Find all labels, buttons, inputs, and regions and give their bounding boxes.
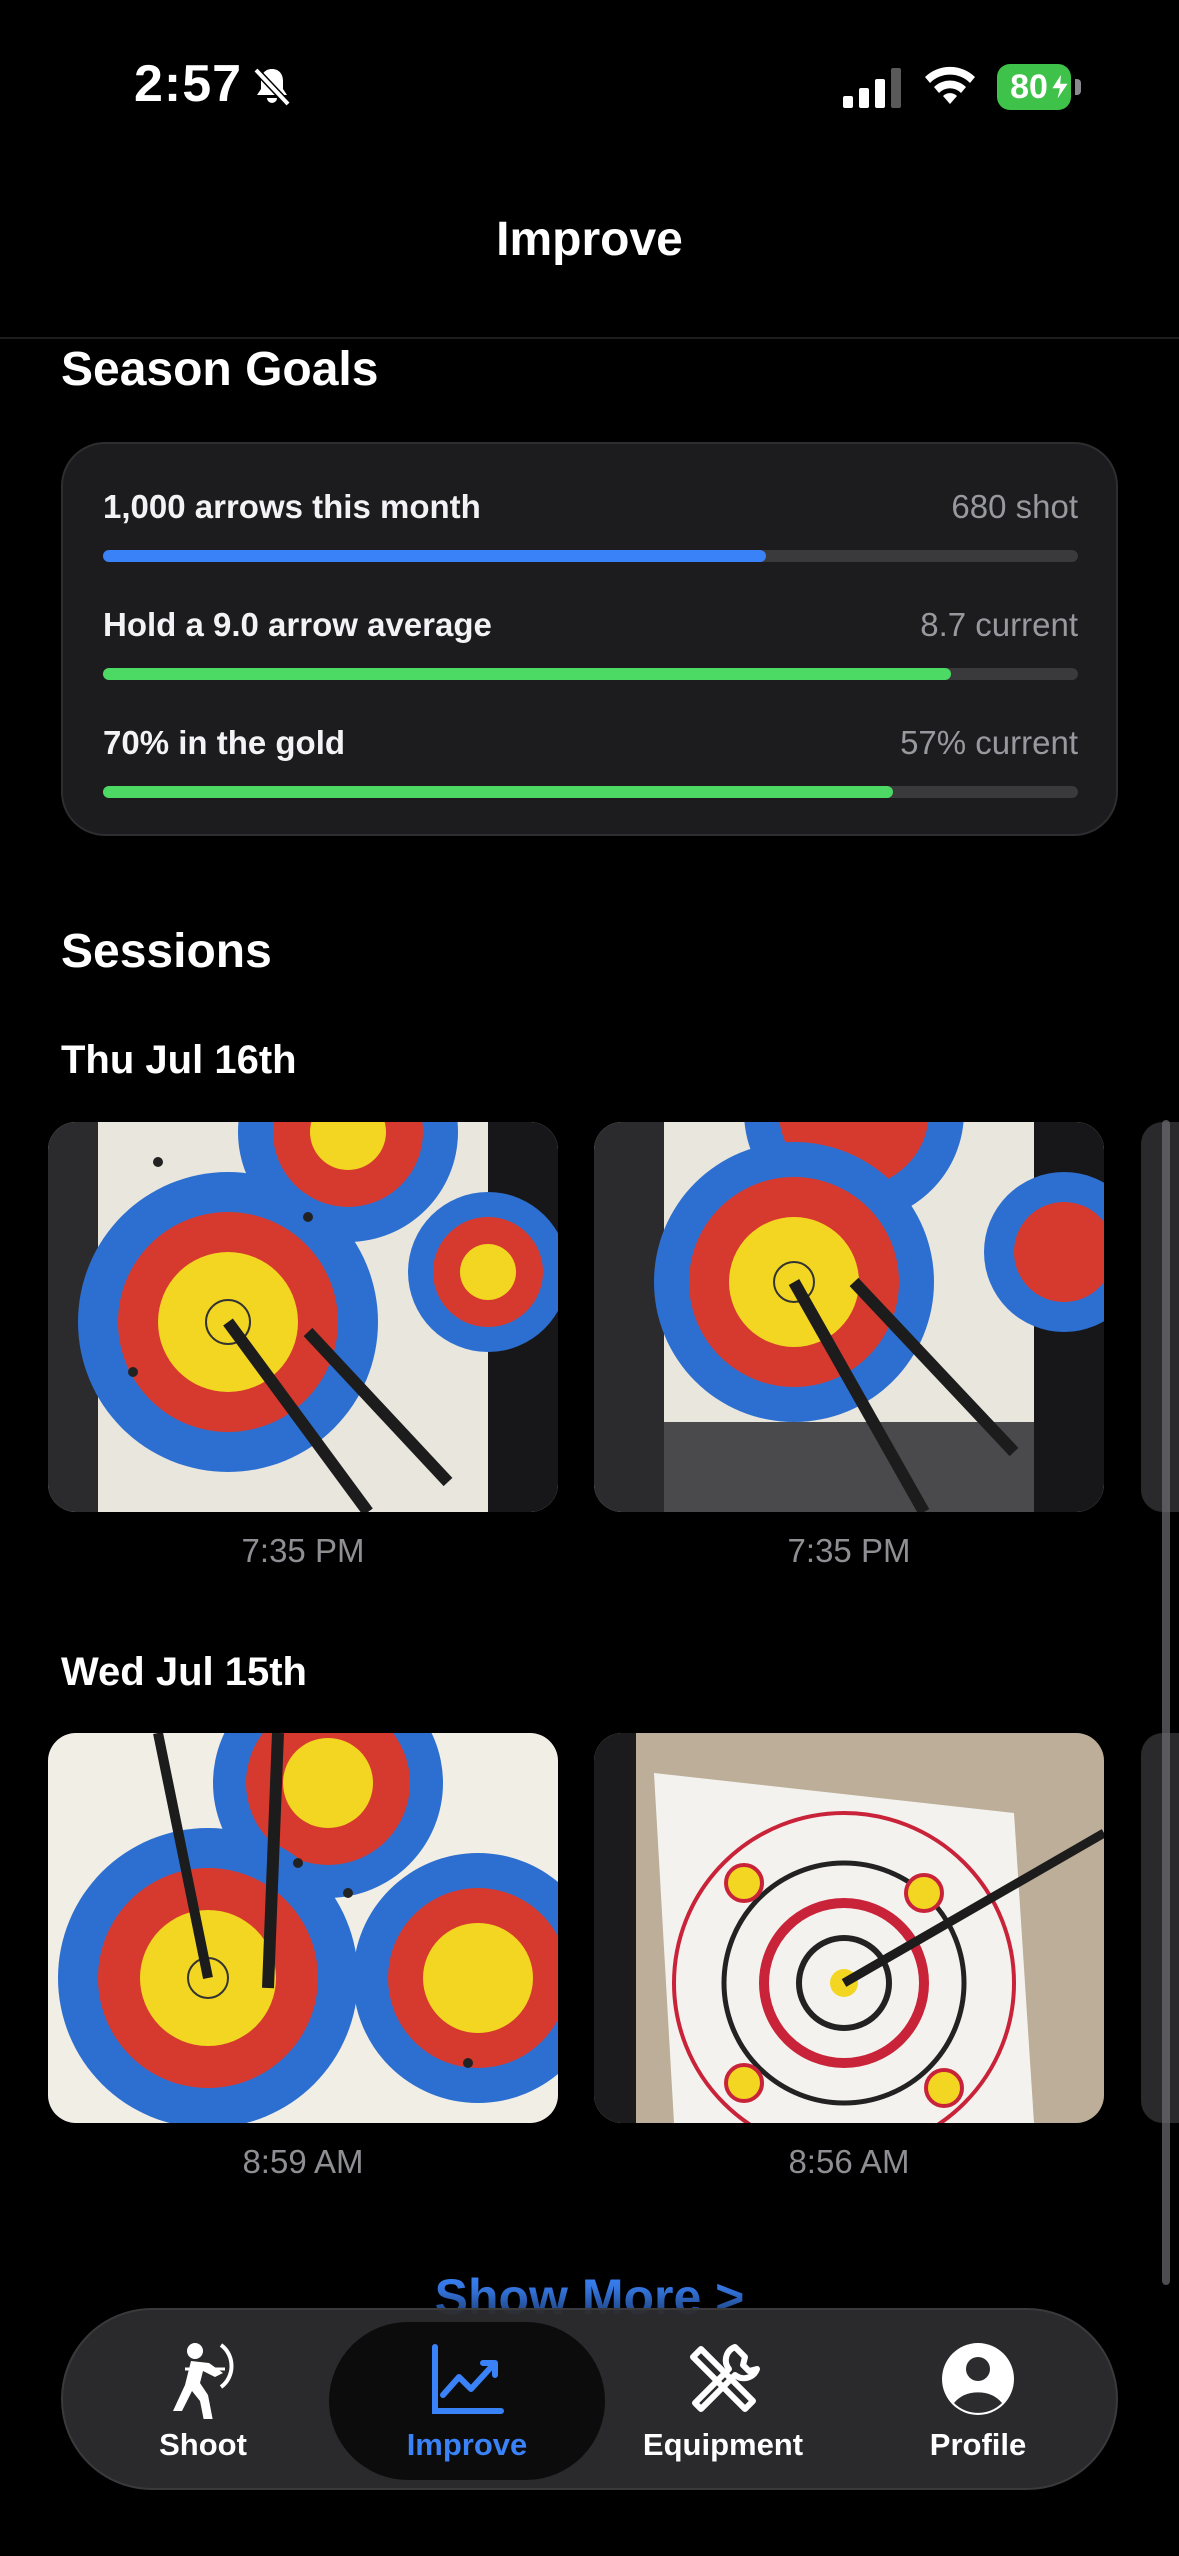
tab-label: Improve — [406, 2427, 528, 2462]
improve-screen: 2:57 80 Improve Season Goals 1,000 arrow… — [0, 0, 1179, 2556]
goal-progress-track — [103, 786, 1078, 798]
page-title: Improve — [496, 213, 683, 266]
target-photo-image — [594, 1733, 1104, 2123]
goal-row: 1,000 arrows this month 680 shot — [103, 488, 1078, 588]
photo-time: 7:35 PM — [787, 1532, 911, 1569]
chart-icon — [432, 2344, 504, 2414]
vertical-scrollbar[interactable] — [1162, 1120, 1170, 2285]
tab-profile[interactable]: Profile — [858, 2310, 1098, 2492]
session-date-heading: Thu Jul 16th — [61, 1038, 297, 1082]
photo-time: 8:56 AM — [788, 2143, 910, 2180]
tab-equipment[interactable]: Equipment — [603, 2310, 843, 2492]
photo-time: 7:35 PM — [241, 1532, 365, 1569]
session-photo-thumbnail[interactable] — [48, 1122, 558, 1512]
goal-value: 57% current — [900, 724, 1078, 761]
tab-label: Profile — [929, 2427, 1027, 2462]
goal-label: 70% in the gold — [103, 724, 346, 761]
goal-label: Hold a 9.0 arrow average — [103, 606, 492, 643]
goal-value: 680 shot — [951, 488, 1078, 525]
session-photo-thumbnail[interactable] — [594, 1733, 1104, 2123]
goal-progress-fill — [103, 550, 766, 562]
person-icon — [942, 2343, 1014, 2415]
session-photo-thumbnail-partial[interactable] — [1141, 1122, 1179, 1512]
target-photo-image — [48, 1122, 558, 1512]
sessions-heading: Sessions — [61, 925, 272, 978]
session-photo-thumbnail-partial[interactable] — [1141, 1733, 1179, 2123]
charging-bolt-icon — [1049, 72, 1071, 102]
status-time: 2:57 — [134, 55, 243, 113]
goal-value: 8.7 current — [920, 606, 1078, 643]
tab-label: Equipment — [642, 2427, 804, 2462]
goal-progress-track — [103, 550, 1078, 562]
wifi-icon — [925, 66, 975, 104]
tab-shoot[interactable]: Shoot — [83, 2310, 323, 2492]
battery-indicator: 80 — [997, 64, 1083, 110]
target-photo-image — [594, 1122, 1104, 1512]
nav-divider — [0, 337, 1179, 339]
session-photo-thumbnail[interactable] — [594, 1122, 1104, 1512]
tools-icon — [690, 2344, 760, 2412]
session-date-heading: Wed Jul 15th — [61, 1650, 307, 1694]
archer-icon — [173, 2343, 234, 2419]
goal-label: 1,000 arrows this month — [103, 488, 481, 525]
target-photo-image — [48, 1733, 558, 2123]
session-photo-thumbnail[interactable] — [48, 1733, 558, 2123]
cellular-signal-icon — [843, 68, 901, 108]
status-bar: 2:57 80 — [0, 0, 1179, 170]
tab-improve[interactable]: Improve — [329, 2322, 605, 2480]
tab-label: Shoot — [159, 2427, 247, 2462]
goal-progress-fill — [103, 668, 952, 680]
season-goals-card: 1,000 arrows this month 680 shot Hold a … — [61, 442, 1118, 836]
tab-bar: Shoot Improve Equipment Profile — [61, 2308, 1118, 2490]
battery-nub — [1075, 79, 1081, 95]
bell-slash-icon — [253, 67, 291, 107]
season-goals-heading: Season Goals — [61, 343, 379, 396]
goal-progress-fill — [103, 786, 893, 798]
goal-row: 70% in the gold 57% current — [103, 724, 1078, 824]
photo-time: 8:59 AM — [242, 2143, 364, 2180]
goal-progress-track — [103, 668, 1078, 680]
goal-row: Hold a 9.0 arrow average 8.7 current — [103, 606, 1078, 706]
